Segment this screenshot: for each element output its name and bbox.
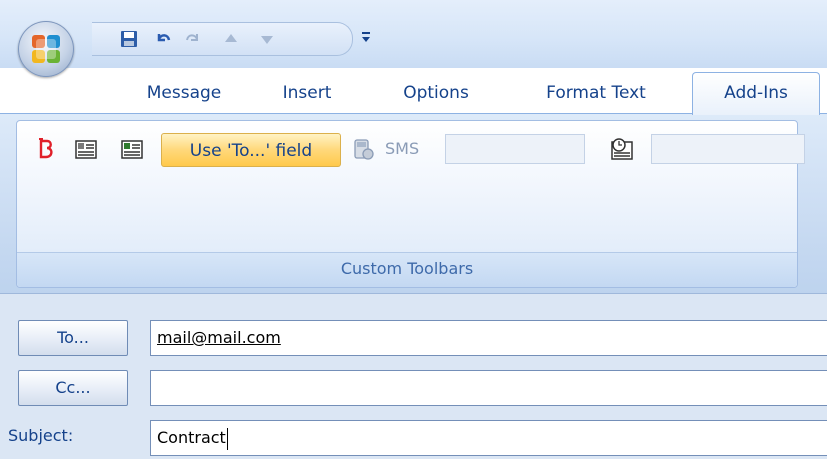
grid-card-add-icon[interactable] — [119, 136, 145, 162]
next-item-icon[interactable] — [258, 30, 276, 48]
custom-input[interactable] — [651, 134, 805, 164]
red-b-icon[interactable] — [33, 136, 59, 162]
customize-qat-icon[interactable] — [360, 30, 372, 44]
sms-label: SMS — [385, 139, 420, 158]
to-field[interactable]: mail@mail.com — [150, 320, 827, 356]
tab-format-text[interactable]: Format Text — [526, 78, 666, 112]
subject-text: Contract — [157, 428, 226, 447]
message-header-form: To... mail@mail.com Cc... Subject: Contr… — [0, 293, 827, 459]
clock-card-icon[interactable] — [609, 136, 635, 162]
to-recipient[interactable]: mail@mail.com — [157, 328, 281, 347]
custom-toolbars-group: Use 'To...' field SMS Custom Toolbars — [16, 120, 805, 288]
undo-icon[interactable] — [154, 30, 172, 48]
redo-icon[interactable] — [184, 30, 202, 48]
text-caret — [226, 427, 228, 450]
previous-item-icon[interactable] — [222, 30, 240, 48]
tab-message[interactable]: Message — [134, 78, 234, 112]
ribbon: Use 'To...' field SMS Custom Toolbars — [0, 113, 827, 294]
use-to-field-button[interactable]: Use 'To...' field — [161, 133, 341, 167]
subject-field[interactable]: Contract — [150, 420, 827, 456]
sms-phone-icon[interactable] — [351, 136, 377, 162]
save-icon[interactable] — [120, 30, 138, 48]
tab-add-ins[interactable]: Add-Ins — [692, 72, 820, 115]
tab-options[interactable]: Options — [386, 78, 486, 112]
subject-label: Subject: — [8, 426, 74, 445]
office-logo-icon — [32, 35, 60, 63]
to-button[interactable]: To... — [18, 320, 128, 356]
tab-insert[interactable]: Insert — [262, 78, 352, 112]
cc-button[interactable]: Cc... — [18, 370, 128, 406]
office-button[interactable] — [18, 21, 74, 77]
cc-field[interactable] — [150, 370, 827, 406]
sms-input[interactable] — [445, 134, 585, 164]
ribbon-tabs: Message Insert Options Format Text Add-I… — [0, 68, 827, 115]
grid-card-icon[interactable] — [73, 136, 99, 162]
quick-access-toolbar — [92, 22, 353, 56]
group-label: Custom Toolbars — [17, 252, 797, 287]
title-bar — [0, 0, 827, 77]
